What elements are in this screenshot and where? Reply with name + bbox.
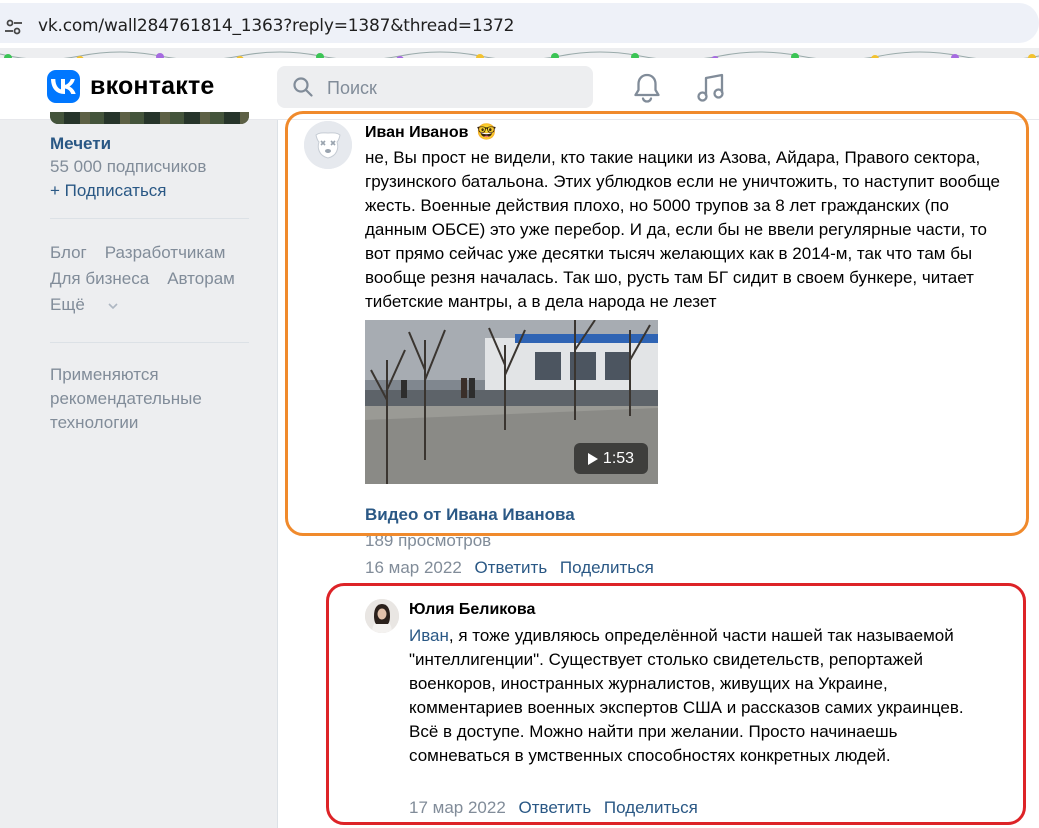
footer-link-blog[interactable]: Блог [50,240,87,266]
orange-highlight-frame [285,111,1029,536]
comment-meta: 16 мар 2022 Ответить Поделиться [365,558,654,578]
footer-link-more-label: Ещё [50,295,85,314]
search-input[interactable]: Поиск [327,78,377,99]
sidebar-divider [50,342,249,343]
reply-link[interactable]: Ответить [475,558,548,577]
url-text[interactable]: vk.com/wall284761814_1363?reply=1387&thr… [38,16,514,36]
chevron-down-icon [107,303,118,310]
footer-link-authors[interactable]: Авторам [167,266,235,292]
footer-link-developers[interactable]: Разработчикам [105,240,226,266]
share-link[interactable]: Поделиться [560,558,654,577]
group-name-link[interactable]: Мечети [50,134,111,154]
vk-logo-icon[interactable] [47,70,80,103]
subscribe-link[interactable]: + Подписаться [50,181,167,201]
footer-link-more[interactable]: Ещё [50,292,118,318]
red-highlight-frame [326,583,1026,825]
recommendation-notice[interactable]: Применяются рекомендательные технологии [50,363,250,435]
sidebar-divider [50,218,249,219]
notifications-bell-icon[interactable] [632,72,662,104]
address-field[interactable]: vk.com/wall284761814_1363?reply=1387&thr… [0,3,1039,43]
search-box[interactable]: Поиск [277,66,593,108]
browser-address-bar: vk.com/wall284761814_1363?reply=1387&thr… [0,0,1039,48]
music-icon[interactable] [696,72,726,104]
search-icon [293,77,313,97]
sidebar-footer-links: Блог Разработчикам Для бизнеса Авторам Ещё [50,240,260,318]
group-cover-thumbnail[interactable] [50,112,249,124]
comment-date[interactable]: 16 мар 2022 [365,558,462,577]
vk-brand-name[interactable]: вконтакте [90,72,215,101]
site-settings-icon[interactable] [4,17,24,37]
group-subscribers-count: 55 000 подписчиков [50,157,207,176]
footer-link-business[interactable]: Для бизнеса [50,266,149,292]
